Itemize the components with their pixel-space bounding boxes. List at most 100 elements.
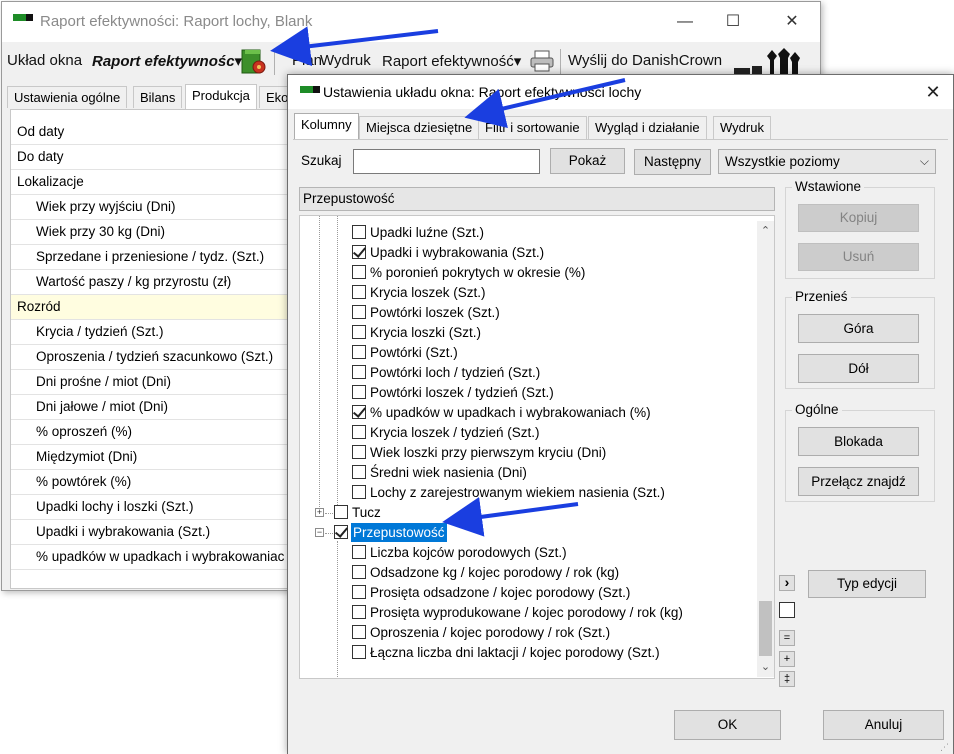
print-button[interactable]: Wydruk [320, 52, 371, 69]
layout-settings-icon[interactable] [240, 47, 266, 75]
tab-general-settings[interactable]: Ustawienia ogólne [7, 86, 128, 108]
list-item[interactable]: Oproszenia / tydzień szacunkowo (Szt.) [11, 345, 309, 370]
scroll-down-icon[interactable]: ⌄ [757, 659, 774, 676]
cancel-button[interactable]: Anuluj [823, 710, 944, 740]
printer-icon[interactable] [530, 50, 554, 72]
list-item[interactable]: % oproszeń (%) [11, 420, 309, 445]
scrollbar-thumb[interactable] [759, 601, 772, 656]
layout-settings-dialog: Ustawienia układu okna: Raport efektywno… [287, 74, 954, 754]
checkbox[interactable] [352, 285, 366, 299]
send-danishcrown-button[interactable]: Wyślij do DanishCrown [568, 52, 722, 69]
tab-print[interactable]: Wydruk [713, 116, 771, 139]
tree-scrollbar[interactable]: ⌃ ⌄ [757, 221, 774, 677]
plan-button[interactable]: Plan [292, 52, 322, 69]
tree-item-label: Wiek loszki przy pierwszym kryciu (Dni) [370, 445, 607, 460]
checkbox-checked[interactable] [334, 525, 348, 539]
copy-button[interactable]: Kopiuj [798, 204, 919, 232]
list-item[interactable]: Lokalizacje [11, 170, 309, 195]
checkbox[interactable] [352, 345, 366, 359]
checkbox[interactable] [352, 265, 366, 279]
tree-item-label: Upadki luźne (Szt.) [370, 225, 485, 240]
dialog-titlebar: Ustawienia układu okna: Raport efektywno… [288, 75, 953, 109]
checkbox[interactable] [334, 505, 348, 519]
dialog-footer: OK Anuluj ⋰ [288, 701, 953, 754]
checkbox[interactable] [352, 625, 366, 639]
checkbox[interactable] [352, 485, 366, 499]
level-select-value: Wszystkie poziomy [725, 154, 840, 169]
delete-button[interactable]: Usuń [798, 243, 919, 271]
tree-item-label: Prosięta wyprodukowane / kojec porodowy … [370, 605, 683, 620]
checkbox[interactable] [352, 565, 366, 579]
checkbox[interactable] [352, 545, 366, 559]
tree-item-label: % upadków w upadkach i wybrakowaniach (%… [370, 405, 651, 420]
maximize-button[interactable]: ☐ [718, 10, 748, 34]
list-item[interactable]: Od daty [11, 120, 309, 145]
tab-columns[interactable]: Kolumny [294, 113, 359, 140]
checkbox[interactable] [352, 585, 366, 599]
general-group: Ogólne Blokada Przełącz znajdź [785, 402, 935, 502]
list-item[interactable]: Do daty [11, 145, 309, 170]
tree-item-label: Oproszenia / kojec porodowy / rok (Szt.) [370, 625, 611, 640]
scroll-up-icon[interactable]: ⌃ [757, 223, 774, 240]
checkbox[interactable] [352, 465, 366, 479]
list-item[interactable]: Wiek przy wyjściu (Dni) [11, 195, 309, 220]
collapse-all-icon[interactable]: = [779, 630, 795, 646]
checkbox-checked[interactable] [352, 405, 366, 419]
checkbox[interactable] [352, 325, 366, 339]
toggle-checkbox[interactable] [779, 602, 795, 618]
tree-item-label: Powtórki (Szt.) [370, 345, 458, 360]
checkbox[interactable] [352, 225, 366, 239]
checkbox-checked[interactable] [352, 245, 366, 259]
tab-appearance[interactable]: Wygląd i działanie [588, 116, 707, 139]
show-button[interactable]: Pokaż [550, 148, 625, 174]
expand-icon[interactable]: + [779, 651, 795, 667]
tab-decimals[interactable]: Miejsca dziesiętne [359, 116, 480, 139]
list-item[interactable]: Krycia / tydzień (Szt.) [11, 320, 309, 345]
minimize-button[interactable]: — [670, 10, 700, 34]
lock-button[interactable]: Blokada [798, 427, 919, 456]
list-item[interactable]: Upadki lochy i loszki (Szt.) [11, 495, 309, 520]
resize-grip-icon[interactable]: ⋰ [940, 742, 950, 752]
edit-type-button[interactable]: Typ edycji [808, 570, 926, 598]
checkbox[interactable] [352, 425, 366, 439]
search-input[interactable] [353, 149, 540, 174]
list-item[interactable]: Wiek przy 30 kg (Dni) [11, 220, 309, 245]
checkbox[interactable] [352, 305, 366, 319]
checkbox[interactable] [352, 645, 366, 659]
move-down-button[interactable]: Dół [798, 354, 919, 383]
dialog-close-button[interactable]: ✕ [921, 80, 945, 104]
list-item[interactable]: Dni prośne / miot (Dni) [11, 370, 309, 395]
checkbox[interactable] [352, 605, 366, 619]
list-item[interactable]: Upadki i wybrakowania (Szt.) [11, 520, 309, 545]
tab-production[interactable]: Produkcja [185, 84, 257, 109]
move-up-button[interactable]: Góra [798, 314, 919, 343]
list-item[interactable]: % upadków w upadkach i wybrakowaniac [11, 545, 309, 570]
tree-item-label: Krycia loszek (Szt.) [370, 285, 486, 300]
chess-pieces-icon[interactable] [732, 46, 802, 76]
list-item[interactable]: Dni jałowe / miot (Dni) [11, 395, 309, 420]
level-select[interactable]: Wszystkie poziomy ⌵ [718, 149, 936, 174]
checkbox[interactable] [352, 385, 366, 399]
checkbox[interactable] [352, 365, 366, 379]
list-item[interactable]: Rozród [11, 295, 309, 320]
main-toolbar: Układ okna Raport efektywnośc▾ Plan Wydr… [2, 44, 820, 78]
tree-line [337, 216, 338, 513]
list-item[interactable]: Wartość paszy / kg przyrostu (zł) [11, 270, 309, 295]
close-button[interactable]: ✕ [777, 10, 807, 34]
expand-icon[interactable]: + [315, 508, 324, 517]
move-right-icon[interactable]: › [779, 575, 795, 591]
collapse-icon[interactable]: − [315, 528, 324, 537]
report-dropdown[interactable]: Raport efektywność▾ [382, 52, 521, 70]
app-logo-icon [13, 14, 33, 21]
list-item[interactable]: Międzymiot (Dni) [11, 445, 309, 470]
list-item[interactable]: % powtórek (%) [11, 470, 309, 495]
layout-dropdown[interactable]: Raport efektywnośc▾ [92, 52, 242, 70]
list-item[interactable]: Sprzedane i przeniesione / tydz. (Szt.) [11, 245, 309, 270]
tab-balance[interactable]: Bilans [133, 86, 183, 108]
toggle-find-button[interactable]: Przełącz znajdź [798, 467, 919, 496]
expand-all-icon[interactable]: ‡ [779, 671, 795, 687]
checkbox[interactable] [352, 445, 366, 459]
tab-filter-sort[interactable]: Filtr i sortowanie [478, 116, 587, 139]
ok-button[interactable]: OK [674, 710, 781, 740]
next-button[interactable]: Następny [634, 149, 711, 175]
